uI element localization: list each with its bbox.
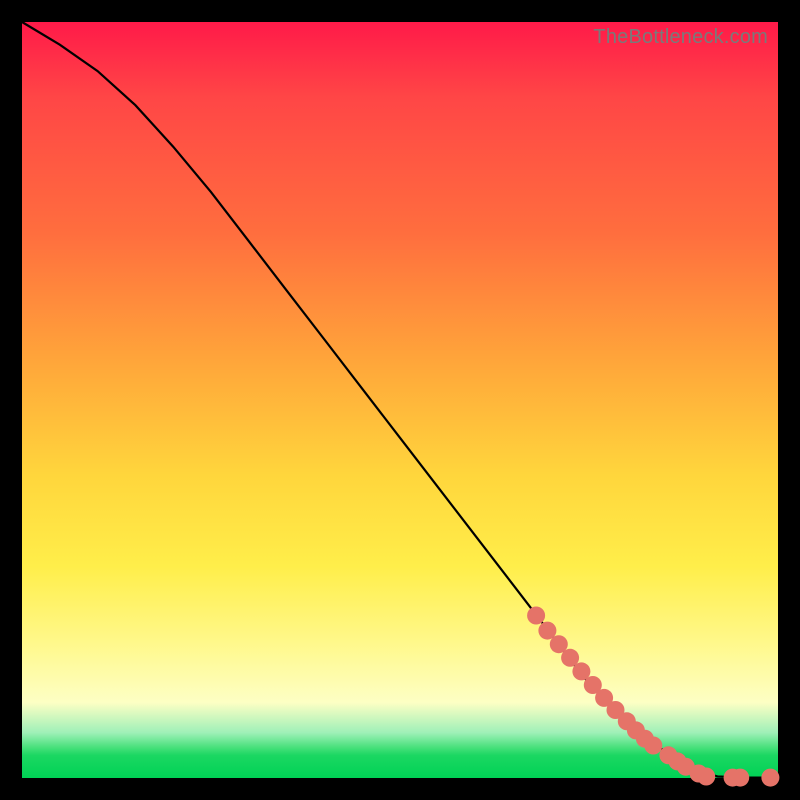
marker-group bbox=[527, 607, 779, 787]
data-marker bbox=[731, 769, 749, 787]
data-marker bbox=[761, 769, 779, 787]
data-marker bbox=[527, 607, 545, 625]
main-curve bbox=[22, 22, 778, 778]
data-marker bbox=[644, 737, 662, 755]
chart-frame: TheBottleneck.com bbox=[0, 0, 800, 800]
chart-plot-area: TheBottleneck.com bbox=[22, 22, 778, 778]
data-marker bbox=[697, 768, 715, 786]
chart-svg bbox=[22, 22, 778, 778]
